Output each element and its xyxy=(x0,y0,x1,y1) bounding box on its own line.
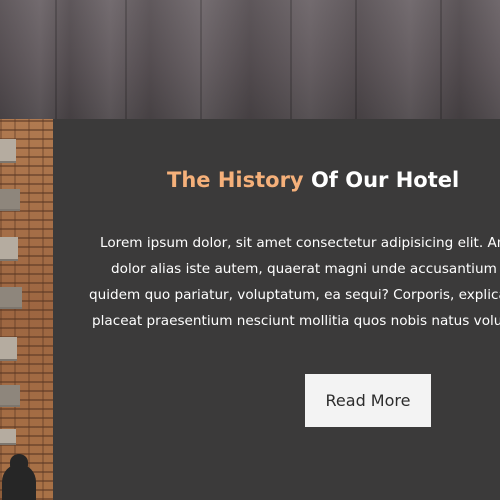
curtain-photo xyxy=(0,0,500,119)
curtain-fold xyxy=(355,0,357,119)
title-accent: The History xyxy=(167,168,304,192)
curtain-fold xyxy=(200,0,202,119)
body-line: quidem quo pariatur, voluptatum, ea sequ… xyxy=(89,287,500,303)
brick-building-photo xyxy=(0,119,53,500)
curtain-fold xyxy=(125,0,127,119)
rooftop-finial xyxy=(2,454,36,500)
stone-block xyxy=(0,385,20,407)
stone-block xyxy=(0,237,18,261)
body-line: Lorem ipsum dolor, sit amet consectetur … xyxy=(100,235,500,251)
curtain-fold xyxy=(290,0,292,119)
read-more-button[interactable]: Read More xyxy=(305,374,431,427)
stone-block xyxy=(0,337,17,361)
body-line: dolor alias iste autem, quaerat magni un… xyxy=(111,261,497,277)
curtain-fold xyxy=(440,0,442,119)
stone-block xyxy=(0,287,22,309)
stone-block xyxy=(0,429,16,445)
page: The History Of Our Hotel Lorem ipsum dol… xyxy=(0,0,500,500)
stone-block xyxy=(0,189,20,211)
stone-block xyxy=(0,139,16,163)
section-title: The History Of Our Hotel xyxy=(167,168,459,192)
curtain-fold xyxy=(55,0,57,119)
title-rest: Of Our Hotel xyxy=(310,168,460,192)
body-line: placeat praesentium nesciunt mollitia qu… xyxy=(92,313,500,329)
